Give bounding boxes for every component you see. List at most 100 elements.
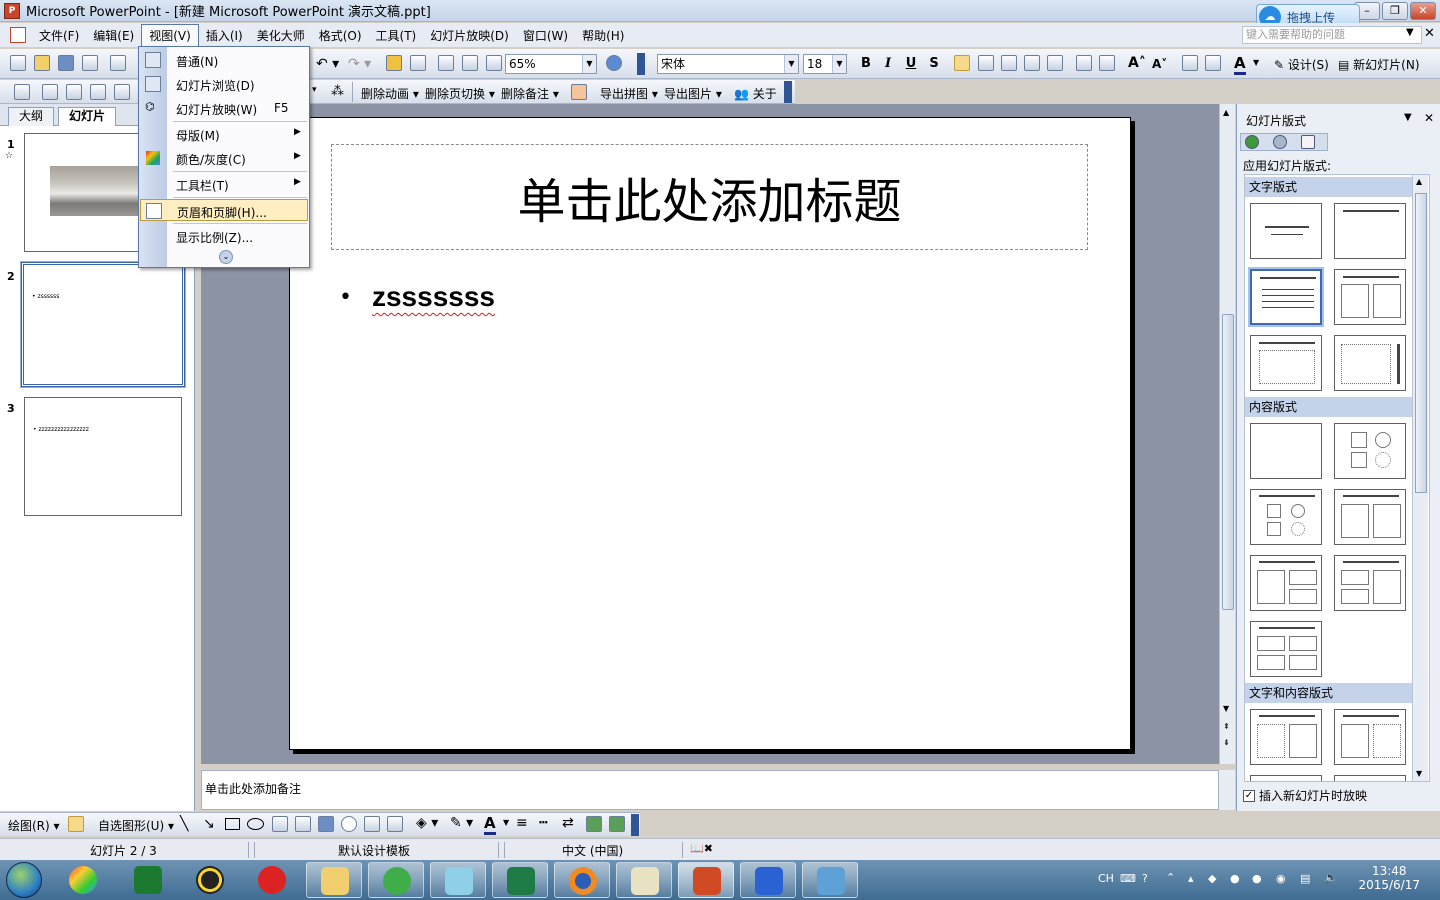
delete-animation-button[interactable]: 删除动画 ▾ <box>361 85 419 102</box>
insert-picture-icon[interactable] <box>387 816 403 832</box>
taskbar-app[interactable] <box>306 862 362 898</box>
taskbar-app[interactable] <box>182 862 238 898</box>
undo-icon[interactable]: ↶ ▾ <box>316 56 339 72</box>
notes-pane[interactable]: 单击此处添加备注 <box>201 770 1219 810</box>
font-color-icon[interactable]: A <box>1234 54 1246 75</box>
formatting-marks-icon[interactable] <box>462 55 478 71</box>
menu-window[interactable]: 窗口(W) <box>516 25 575 46</box>
update-icon[interactable]: ◉ <box>1276 872 1286 885</box>
draw-menu-button[interactable]: 绘图(R) ▾ <box>8 817 60 834</box>
align-center-icon[interactable] <box>978 55 994 71</box>
vertical-textbox-icon[interactable] <box>295 816 311 832</box>
help-icon[interactable]: ? <box>1142 872 1148 885</box>
decrease-indent-icon[interactable] <box>1182 55 1198 71</box>
taskbar-app[interactable] <box>554 862 610 898</box>
show-on-insert-checkbox[interactable]: ✓ 插入新幻灯片时放映 <box>1243 787 1367 804</box>
layout-more[interactable] <box>1250 775 1322 781</box>
layout-content[interactable] <box>1334 423 1406 479</box>
diagram-icon[interactable] <box>341 816 357 832</box>
tab-outline[interactable]: 大纲 <box>8 107 55 126</box>
menu-item-master[interactable]: 母版(M) ▶ <box>140 123 308 145</box>
layout-title-content-two[interactable] <box>1250 555 1322 611</box>
layout-title-two-content-stack[interactable] <box>1334 555 1406 611</box>
increase-indent-icon[interactable] <box>1205 55 1221 71</box>
distribute-icon[interactable] <box>1024 55 1040 71</box>
layout-vertical-text[interactable] <box>1250 335 1322 391</box>
layout-title-two-content[interactable] <box>1334 489 1406 545</box>
layout-title-slide[interactable] <box>1250 203 1322 259</box>
menu-file[interactable]: 文件(F) <box>32 25 86 46</box>
layout-vertical-title-text[interactable] <box>1334 335 1406 391</box>
chevron-down-icon[interactable]: ▼ <box>1253 58 1259 67</box>
network-icon[interactable]: ▤ <box>1300 872 1310 885</box>
taskbar-app[interactable] <box>802 862 858 898</box>
help-search-input[interactable]: 键入需要帮助的问题 <box>1242 26 1422 44</box>
permission-icon[interactable] <box>82 55 98 71</box>
increase-font-icon[interactable]: A˄ <box>1128 55 1146 71</box>
title-placeholder[interactable]: 单击此处添加标题 <box>331 144 1088 250</box>
menu-item-slide-sorter[interactable]: 幻灯片浏览(D) <box>140 73 308 95</box>
align-right-icon[interactable] <box>1001 55 1017 71</box>
checkbox-checked-icon[interactable]: ✓ <box>1243 789 1255 802</box>
layout-title-text[interactable] <box>1250 269 1322 325</box>
menu-help[interactable]: 帮助(H) <box>575 25 631 46</box>
font-select[interactable]: 宋体 ▼ <box>657 54 799 74</box>
tab-slides[interactable]: 幻灯片 <box>58 107 117 126</box>
scroll-down-icon[interactable]: ▼ <box>1416 769 1422 778</box>
layout-title-four-content[interactable] <box>1250 621 1322 677</box>
qq-tray-icon[interactable]: ● <box>1230 872 1240 885</box>
taskbar-app[interactable] <box>368 862 424 898</box>
previous-slide-icon[interactable]: ⇞ <box>1223 722 1230 731</box>
media-icon[interactable] <box>90 84 106 100</box>
menu-item-slideshow[interactable]: ⌬ 幻灯片放映(W) F5 <box>140 97 308 119</box>
bold-button[interactable]: B <box>856 56 876 71</box>
notes-scrollbar[interactable] <box>1219 770 1235 810</box>
toolbar-options-icon[interactable] <box>784 81 792 103</box>
powerpoint-app-icon[interactable]: P <box>4 2 20 19</box>
menu-item-color-grayscale[interactable]: 颜色/灰度(C) ▶ <box>140 147 308 169</box>
open-folder-icon[interactable] <box>34 55 50 71</box>
grid-icon[interactable] <box>486 55 502 71</box>
arrow-icon[interactable]: ↘ <box>203 816 215 832</box>
taskbar-app[interactable] <box>492 862 548 898</box>
slide-thumbnail[interactable]: • zssssss <box>20 261 186 388</box>
expand-all-icon[interactable] <box>438 55 454 71</box>
new-file-icon[interactable] <box>10 55 26 71</box>
menu-format[interactable]: 格式(O) <box>312 25 369 46</box>
taskbar-app[interactable] <box>120 862 176 898</box>
new-slide-button[interactable]: ▤ 新幻灯片(N) <box>1338 56 1420 73</box>
arrow-style-icon[interactable]: ⇄ <box>562 815 574 831</box>
layout-title-text-content[interactable] <box>1250 709 1322 765</box>
slide-thumbnail[interactable]: • zzzzzzzzzzzzzzzz <box>24 397 182 516</box>
close-document-icon[interactable]: ✕ <box>1424 26 1435 41</box>
oval-icon[interactable] <box>247 818 264 830</box>
qq-tray-icon[interactable]: ● <box>1252 872 1262 885</box>
shadow-style-icon[interactable] <box>586 816 602 832</box>
line-color-icon[interactable]: ✎ ▾ <box>450 815 473 831</box>
layout-blank[interactable] <box>1250 423 1322 479</box>
taskbar-app[interactable] <box>740 862 796 898</box>
expand-menu-icon[interactable]: ⌄ <box>219 250 233 264</box>
wordart-icon[interactable] <box>318 816 334 832</box>
delete-notes-button[interactable]: 删除备注 ▾ <box>501 85 559 102</box>
menu-slideshow[interactable]: 幻灯片放映(D) <box>423 25 516 46</box>
start-button[interactable] <box>6 862 42 898</box>
tray-app-icon[interactable]: ◆ <box>1208 872 1216 885</box>
back-icon[interactable] <box>1245 135 1259 149</box>
menu-edit[interactable]: 编辑(E) <box>86 25 141 46</box>
taskbar-app-powerpoint[interactable] <box>678 862 734 898</box>
layout-title-only[interactable] <box>1334 203 1406 259</box>
close-window-button[interactable]: ✕ <box>1410 2 1436 20</box>
image-icon[interactable] <box>42 84 58 100</box>
align-left-icon[interactable] <box>954 55 970 71</box>
export-collage-button[interactable]: 导出拼图 ▾ <box>600 85 658 102</box>
toolbar-options-icon[interactable] <box>631 814 639 836</box>
menu-item-zoom[interactable]: 显示比例(Z)... <box>140 225 308 247</box>
menu-item-header-footer[interactable]: 页眉和页脚(H)... <box>140 199 308 221</box>
menu-tools[interactable]: 工具(T) <box>369 25 424 46</box>
volume-icon[interactable]: 🔈 <box>1324 871 1338 884</box>
chevron-up-icon[interactable]: ▴ <box>1188 872 1194 885</box>
tray-expand-icon[interactable]: ⌃ <box>1166 871 1175 884</box>
taskbar-app[interactable] <box>55 862 111 898</box>
clipart-icon[interactable] <box>364 816 380 832</box>
